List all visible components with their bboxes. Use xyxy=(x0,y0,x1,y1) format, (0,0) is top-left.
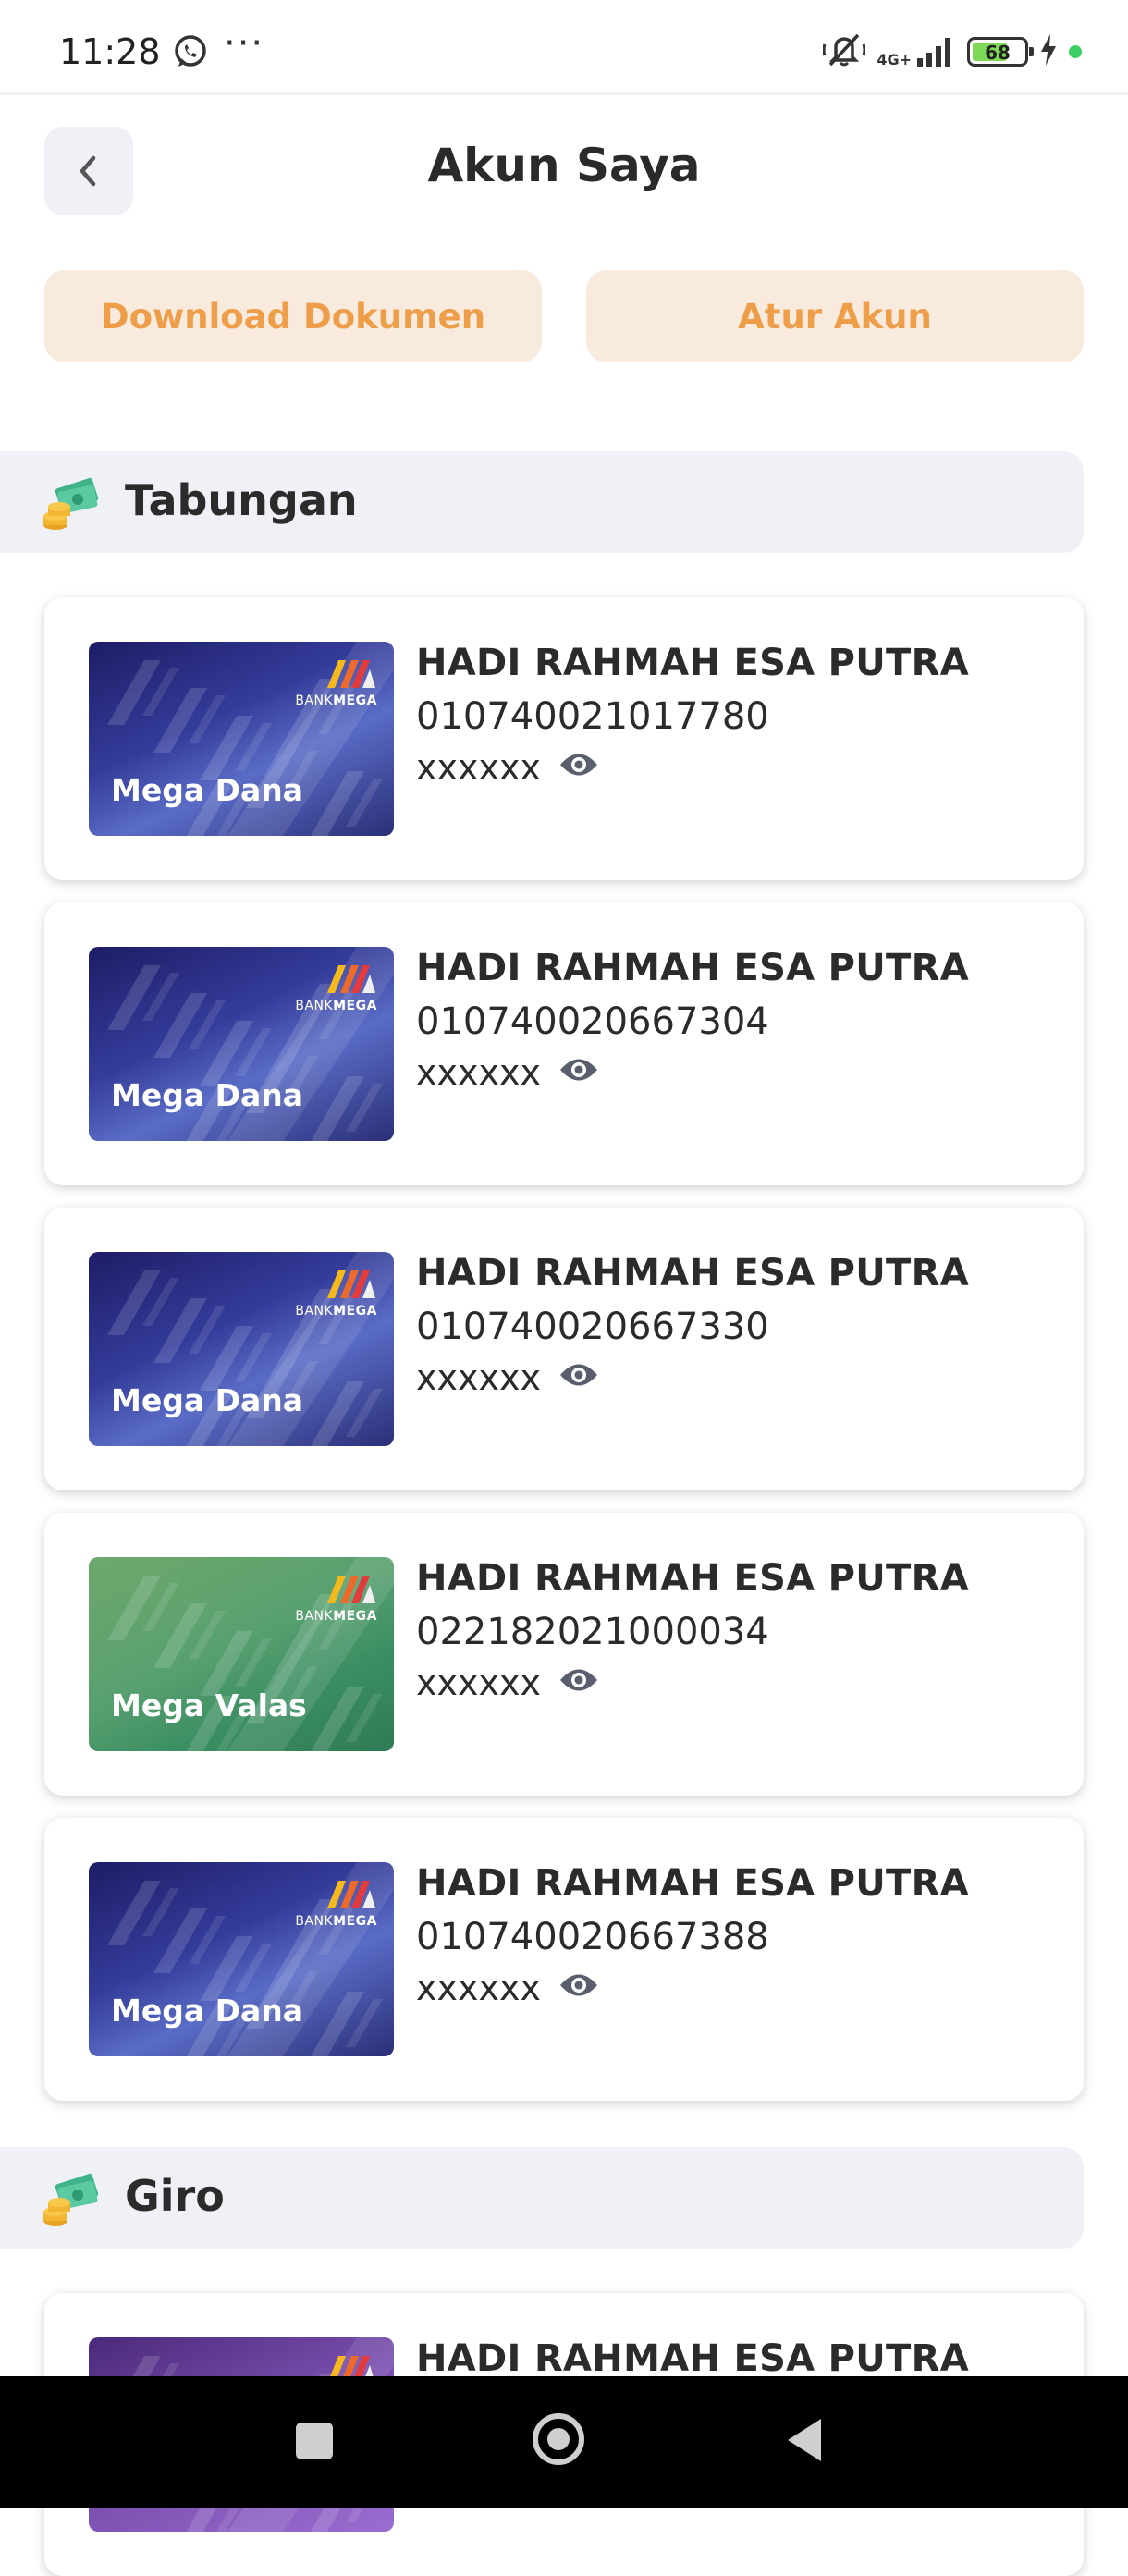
download-document-button[interactable]: Download Dokumen xyxy=(44,270,542,362)
whatsapp-icon xyxy=(172,33,209,74)
account-holder-name: HADI RAHMAH ESA PUTRA xyxy=(416,1557,969,1600)
account-number: 010740021017780 xyxy=(416,695,769,738)
more-icon: ··· xyxy=(224,22,265,65)
card-product-label: Mega Dana xyxy=(111,772,304,808)
money-icon xyxy=(41,2169,100,2232)
account-holder-name: HADI RAHMAH ESA PUTRA xyxy=(416,1862,969,1905)
status-bar: 11:28 ··· 4G+ 68 xyxy=(0,0,1128,92)
bank-mega-logo xyxy=(327,965,375,993)
account-holder-name: HADI RAHMAH ESA PUTRA xyxy=(416,642,969,684)
bank-logo-text: BANKMEGA xyxy=(295,1914,377,1929)
account-balance-hidden: xxxxxx xyxy=(416,1662,541,1703)
privacy-dot xyxy=(1069,45,1082,58)
charging-icon xyxy=(1039,34,1058,69)
account-holder-name: HADI RAHMAH ESA PUTRA xyxy=(416,2337,969,2380)
battery-percent: 68 xyxy=(985,42,1011,64)
section-title: Tabungan xyxy=(125,475,358,525)
manage-account-button[interactable]: Atur Akun xyxy=(586,270,1084,362)
network-type: 4G+ xyxy=(877,51,912,68)
card-image: BANKMEGA Mega Dana xyxy=(89,642,394,836)
battery-icon: 68 xyxy=(967,37,1034,67)
section-header-giro: Giro xyxy=(0,2147,1084,2249)
eye-icon[interactable] xyxy=(558,1664,599,1699)
page-title: Akun Saya xyxy=(427,139,701,192)
eye-icon[interactable] xyxy=(558,1969,599,2005)
account-number: 010740020667388 xyxy=(416,1916,769,1958)
mute-icon xyxy=(822,31,866,72)
card-product-label: Mega Dana xyxy=(111,1077,304,1113)
home-icon[interactable] xyxy=(533,2413,584,2465)
bank-mega-logo xyxy=(327,1270,375,1298)
system-nav-bar xyxy=(0,2376,1128,2508)
signal-icon: 4G+ xyxy=(877,36,956,67)
card-image: BANKMEGA Mega Dana xyxy=(89,947,394,1141)
card-product-label: Mega Dana xyxy=(111,1382,304,1418)
card-product-label: Mega Dana xyxy=(111,1993,304,2029)
account-balance-hidden: xxxxxx xyxy=(416,1052,541,1093)
account-holder-name: HADI RAHMAH ESA PUTRA xyxy=(416,947,969,989)
eye-icon[interactable] xyxy=(558,749,599,784)
account-balance-hidden: xxxxxx xyxy=(416,1968,541,2008)
account-number: 010740020667330 xyxy=(416,1306,769,1348)
card-image: BANKMEGA Mega Dana xyxy=(89,1862,394,2056)
account-balance-hidden: xxxxxx xyxy=(416,747,541,788)
bank-logo-text: BANKMEGA xyxy=(295,693,377,708)
bank-logo-text: BANKMEGA xyxy=(295,1609,377,1624)
account-card[interactable]: BANKMEGA Mega Dana HADI RAHMAH ESA PUTRA 01… xyxy=(44,902,1084,1185)
account-number: 010740020667304 xyxy=(416,1000,769,1043)
bank-logo-text: BANKMEGA xyxy=(295,1304,377,1319)
bank-mega-logo xyxy=(327,660,375,688)
account-card[interactable]: BANKMEGA Mega Valas HADI RAHMAH ESA PUTRA 0… xyxy=(44,1513,1084,1796)
section-title: Giro xyxy=(125,2171,225,2221)
card-product-label: Mega Valas xyxy=(111,1687,307,1723)
eye-icon[interactable] xyxy=(558,1359,599,1394)
account-card[interactable]: BANKMEGA Mega Dana HADI RAHMAH ESA PUTRA 01… xyxy=(44,597,1084,880)
account-balance-hidden: xxxxxx xyxy=(416,1357,541,1398)
bank-mega-logo xyxy=(327,1576,375,1603)
account-card[interactable]: BANKMEGA Mega Dana HADI RAHMAH ESA PUTRA 01… xyxy=(44,1818,1084,2101)
bank-mega-logo xyxy=(327,1881,375,1908)
card-image: BANKMEGA Mega Valas xyxy=(89,1557,394,1751)
card-image: BANKMEGA Mega Dana xyxy=(89,1252,394,1446)
money-icon xyxy=(41,473,100,536)
account-card[interactable]: BANKMEGA Mega Dana HADI RAHMAH ESA PUTRA 01… xyxy=(44,1208,1084,1490)
account-holder-name: HADI RAHMAH ESA PUTRA xyxy=(416,1252,969,1294)
recents-icon[interactable] xyxy=(296,2423,333,2459)
back-icon[interactable] xyxy=(784,2417,825,2463)
status-time: 11:28 xyxy=(59,31,161,72)
account-number: 022182021000034 xyxy=(416,1611,769,1653)
eye-icon[interactable] xyxy=(558,1054,599,1089)
bank-logo-text: BANKMEGA xyxy=(295,999,377,1013)
section-header-tabungan: Tabungan xyxy=(0,451,1084,553)
